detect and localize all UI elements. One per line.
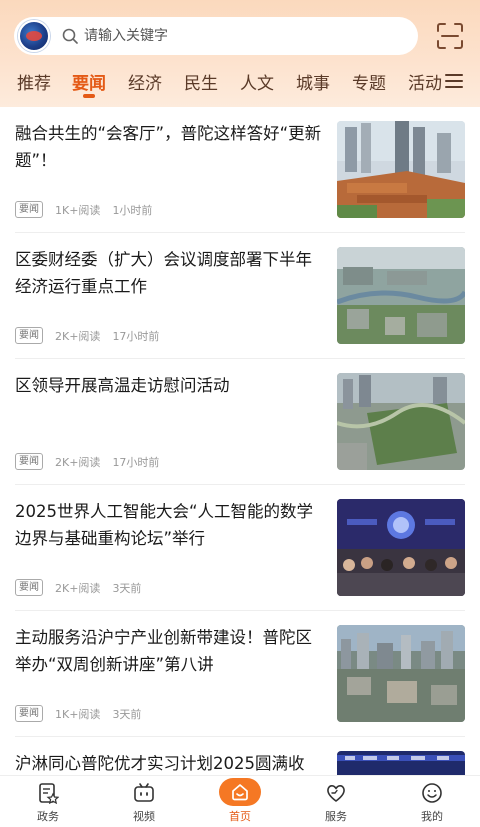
home-icon bbox=[232, 784, 248, 801]
nav-service[interactable]: 服务 bbox=[288, 776, 384, 827]
nav-home[interactable]: 首页 bbox=[192, 776, 288, 827]
category-badge: 要闻 bbox=[15, 201, 43, 218]
category-tabs: 推荐 要闻 经济 民生 人文 城事 专题 活动 bbox=[0, 64, 442, 100]
news-title[interactable]: 主动服务沿沪宁产业创新带建设！普陀区举办“双周创新讲座”第八讲 bbox=[15, 624, 325, 678]
bottom-nav: 政务 视频 首页 服务 我的 bbox=[0, 775, 480, 826]
news-thumbnail[interactable] bbox=[337, 247, 465, 344]
category-badge: 要闻 bbox=[15, 453, 43, 470]
nav-profile[interactable]: 我的 bbox=[384, 776, 480, 827]
tab-recommend[interactable]: 推荐 bbox=[17, 64, 51, 100]
news-meta: 要闻 1K+阅读 3天前 bbox=[15, 705, 141, 722]
news-item[interactable]: 沪淋同心普陀优才实习计划2025圆满收 bbox=[15, 737, 465, 775]
news-title[interactable]: 区领导开展高温走访慰问活动 bbox=[15, 372, 325, 399]
video-icon bbox=[134, 783, 154, 802]
news-title[interactable]: 区委财经委（扩大）会议调度部署下半年经济运行重点工作 bbox=[15, 246, 325, 300]
publish-time: 3天前 bbox=[112, 707, 142, 721]
news-meta: 要闻 1K+阅读 1小时前 bbox=[15, 201, 152, 218]
news-item[interactable]: 区委财经委（扩大）会议调度部署下半年经济运行重点工作 要闻 2K+阅读 17小时… bbox=[15, 233, 465, 359]
tab-culture[interactable]: 人文 bbox=[240, 64, 274, 100]
nav-label: 视频 bbox=[133, 810, 155, 823]
service-icon bbox=[327, 785, 345, 802]
tab-news[interactable]: 要闻 bbox=[72, 64, 106, 100]
category-badge: 要闻 bbox=[15, 705, 43, 722]
publish-time: 1小时前 bbox=[112, 203, 153, 217]
news-item[interactable]: 融合共生的“会客厅”，普陀这样答好“更新题”！ 要闻 1K+阅读 1小时前 bbox=[15, 107, 465, 233]
news-title[interactable]: 融合共生的“会客厅”，普陀这样答好“更新题”！ bbox=[15, 120, 325, 174]
read-count: 2K+阅读 bbox=[55, 455, 101, 469]
nav-label: 首页 bbox=[229, 810, 251, 823]
nav-label: 政务 bbox=[37, 810, 59, 823]
menu-icon[interactable] bbox=[444, 72, 464, 90]
app-logo[interactable] bbox=[18, 20, 50, 52]
news-title[interactable]: 沪淋同心普陀优才实习计划2025圆满收 bbox=[15, 750, 325, 775]
publish-time: 17小时前 bbox=[112, 329, 160, 343]
category-badge: 要闻 bbox=[15, 579, 43, 596]
news-thumbnail[interactable] bbox=[337, 751, 465, 775]
news-meta: 要闻 2K+阅读 17小时前 bbox=[15, 453, 159, 470]
news-thumbnail[interactable] bbox=[337, 499, 465, 596]
tab-economy[interactable]: 经济 bbox=[128, 64, 162, 100]
app-header: 推荐 要闻 经济 民生 人文 城事 专题 活动 bbox=[0, 0, 480, 107]
profile-icon bbox=[422, 783, 442, 803]
nav-label: 我的 bbox=[421, 810, 443, 823]
news-title[interactable]: 2025世界人工智能大会“人工智能的数学边界与基础重构论坛”举行 bbox=[15, 498, 325, 552]
news-thumbnail[interactable] bbox=[337, 625, 465, 722]
news-item[interactable]: 区领导开展高温走访慰问活动 要闻 2K+阅读 17小时前 bbox=[15, 359, 465, 485]
news-meta: 要闻 2K+阅读 17小时前 bbox=[15, 327, 159, 344]
publish-time: 3天前 bbox=[112, 581, 142, 595]
search-input[interactable] bbox=[84, 17, 384, 55]
scan-icon[interactable] bbox=[436, 22, 464, 50]
news-item[interactable]: 2025世界人工智能大会“人工智能的数学边界与基础重构论坛”举行 要闻 2K+阅… bbox=[15, 485, 465, 611]
tab-livelihood[interactable]: 民生 bbox=[184, 64, 218, 100]
search-icon bbox=[62, 28, 78, 44]
news-meta: 要闻 2K+阅读 3天前 bbox=[15, 579, 141, 596]
news-feed: 融合共生的“会客厅”，普陀这样答好“更新题”！ 要闻 1K+阅读 1小时前 区委… bbox=[0, 107, 480, 775]
read-count: 2K+阅读 bbox=[55, 581, 101, 595]
nav-gov[interactable]: 政务 bbox=[0, 776, 96, 827]
nav-video[interactable]: 视频 bbox=[96, 776, 192, 827]
read-count: 1K+阅读 bbox=[55, 707, 101, 721]
publish-time: 17小时前 bbox=[112, 455, 160, 469]
tab-city[interactable]: 城事 bbox=[296, 64, 330, 100]
category-badge: 要闻 bbox=[15, 327, 43, 344]
tab-special[interactable]: 专题 bbox=[352, 64, 386, 100]
search-bar[interactable] bbox=[14, 17, 418, 55]
read-count: 1K+阅读 bbox=[55, 203, 101, 217]
news-item[interactable]: 主动服务沿沪宁产业创新带建设！普陀区举办“双周创新讲座”第八讲 要闻 1K+阅读… bbox=[15, 611, 465, 737]
news-thumbnail[interactable] bbox=[337, 373, 465, 470]
news-thumbnail[interactable] bbox=[337, 121, 465, 218]
gov-icon bbox=[39, 783, 59, 804]
read-count: 2K+阅读 bbox=[55, 329, 101, 343]
tab-events[interactable]: 活动 bbox=[408, 64, 442, 100]
nav-label: 服务 bbox=[325, 810, 347, 823]
